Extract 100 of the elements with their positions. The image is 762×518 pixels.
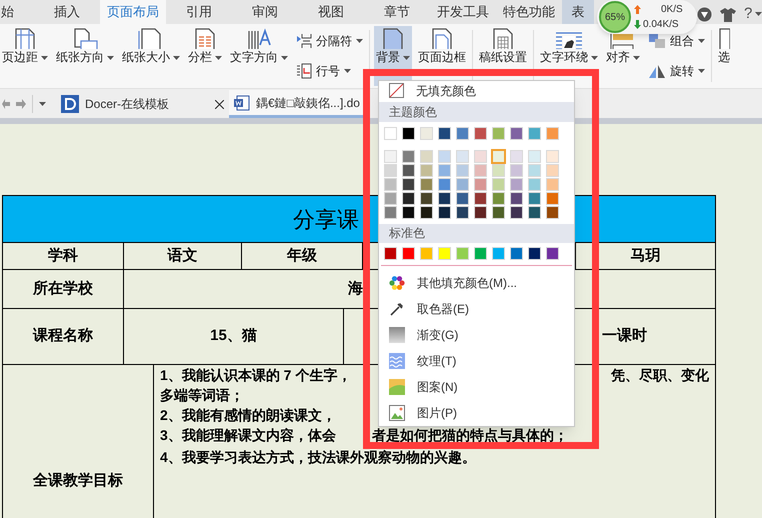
shirt-icon[interactable] xyxy=(720,6,736,22)
menu-tab[interactable]: 页面布局 xyxy=(100,0,166,24)
color-swatch[interactable] xyxy=(384,246,397,260)
redo-arrow-icon[interactable] xyxy=(16,99,26,109)
color-swatch[interactable] xyxy=(528,206,541,219)
color-swatch[interactable] xyxy=(510,178,523,191)
menu-tab[interactable]: 特色功能 xyxy=(496,0,562,24)
color-swatch[interactable] xyxy=(420,206,433,219)
color-swatch[interactable] xyxy=(420,126,433,140)
color-swatch[interactable] xyxy=(510,164,523,177)
color-swatch[interactable] xyxy=(438,126,451,140)
color-swatch[interactable] xyxy=(510,150,523,163)
ribbon-button[interactable]: 纸张方向 xyxy=(54,26,116,86)
color-swatch[interactable] xyxy=(510,192,523,205)
color-swatch[interactable] xyxy=(438,246,451,260)
color-swatch[interactable] xyxy=(510,126,523,140)
color-swatch[interactable] xyxy=(474,178,487,191)
color-swatch[interactable] xyxy=(420,164,433,177)
color-swatch[interactable] xyxy=(492,206,505,219)
color-swatch[interactable] xyxy=(474,192,487,205)
menu-item[interactable]: 渐变(G) xyxy=(379,322,574,348)
menu-item[interactable]: 其他填充颜色(M)... xyxy=(379,270,574,296)
color-swatch[interactable] xyxy=(546,150,559,163)
color-swatch[interactable] xyxy=(438,192,451,205)
color-swatch[interactable] xyxy=(546,164,559,177)
document-tab[interactable]: Docer-在线模板 xyxy=(56,90,230,118)
color-swatch[interactable] xyxy=(438,164,451,177)
menu-tab[interactable]: 始 xyxy=(0,0,34,24)
menu-item[interactable]: 图案(N) xyxy=(379,374,574,400)
color-swatch[interactable] xyxy=(438,150,451,163)
ribbon-button[interactable]: 旋转 xyxy=(646,62,707,80)
color-swatch[interactable] xyxy=(438,178,451,191)
color-swatch[interactable] xyxy=(474,206,487,219)
color-swatch[interactable] xyxy=(510,246,523,260)
color-swatch[interactable] xyxy=(384,178,397,191)
color-swatch[interactable] xyxy=(456,206,469,219)
color-swatch[interactable] xyxy=(384,192,397,205)
menu-tab[interactable]: 章节 xyxy=(364,0,430,24)
color-swatch[interactable] xyxy=(528,150,541,163)
color-swatch[interactable] xyxy=(528,126,541,140)
ribbon-button[interactable]: 行号 xyxy=(294,62,365,80)
menu-tab[interactable]: 视图 xyxy=(298,0,364,24)
color-swatch[interactable] xyxy=(492,246,505,260)
color-swatch[interactable] xyxy=(528,178,541,191)
ribbon-button[interactable]: 选 xyxy=(716,26,732,86)
color-swatch[interactable] xyxy=(546,246,559,260)
color-swatch[interactable] xyxy=(474,164,487,177)
color-swatch[interactable] xyxy=(546,192,559,205)
color-swatch[interactable] xyxy=(420,192,433,205)
color-swatch[interactable] xyxy=(456,178,469,191)
ribbon-button[interactable]: 分栏 xyxy=(186,26,224,86)
color-swatch[interactable] xyxy=(384,126,397,140)
ribbon-button[interactable]: 分隔符 xyxy=(294,32,365,50)
menu-tab[interactable]: 插入 xyxy=(34,0,100,24)
color-swatch[interactable] xyxy=(456,150,469,163)
color-swatch[interactable] xyxy=(402,150,415,163)
color-swatch[interactable] xyxy=(456,246,469,260)
color-swatch[interactable] xyxy=(402,206,415,219)
color-swatch[interactable] xyxy=(402,126,415,140)
color-swatch[interactable] xyxy=(546,206,559,219)
color-swatch[interactable] xyxy=(456,192,469,205)
ribbon-button[interactable]: 组合 xyxy=(646,32,707,50)
color-swatch[interactable] xyxy=(474,126,487,140)
color-swatch[interactable] xyxy=(384,150,397,163)
color-swatch[interactable] xyxy=(546,178,559,191)
color-swatch[interactable] xyxy=(438,206,451,219)
color-swatch[interactable] xyxy=(492,178,505,191)
ribbon-button[interactable]: 纸张大小 xyxy=(120,26,182,86)
ribbon-button[interactable]: 页边距 xyxy=(0,26,50,86)
menu-tab[interactable]: 开发工具 xyxy=(430,0,496,24)
menu-tab[interactable]: 表 xyxy=(562,0,594,24)
menu-tab[interactable]: 引用 xyxy=(166,0,232,24)
ribbon-button[interactable]: 文字方向 xyxy=(228,26,290,86)
menu-item[interactable]: 图片(P) xyxy=(379,400,574,426)
color-swatch[interactable] xyxy=(402,192,415,205)
color-swatch[interactable] xyxy=(492,150,505,163)
color-swatch[interactable] xyxy=(420,246,433,260)
color-swatch[interactable] xyxy=(420,178,433,191)
color-swatch[interactable] xyxy=(474,150,487,163)
color-swatch[interactable] xyxy=(402,178,415,191)
color-swatch[interactable] xyxy=(474,246,487,260)
color-swatch[interactable] xyxy=(402,246,415,260)
color-swatch[interactable] xyxy=(546,126,559,140)
color-swatch[interactable] xyxy=(510,206,523,219)
color-swatch[interactable] xyxy=(528,164,541,177)
color-swatch[interactable] xyxy=(492,192,505,205)
color-swatch[interactable] xyxy=(528,246,541,260)
menu-tab[interactable]: 审阅 xyxy=(232,0,298,24)
color-swatch[interactable] xyxy=(384,206,397,219)
color-swatch[interactable] xyxy=(492,164,505,177)
help-button[interactable]: ? xyxy=(744,3,762,26)
color-swatch[interactable] xyxy=(420,150,433,163)
color-swatch[interactable] xyxy=(402,164,415,177)
color-swatch[interactable] xyxy=(456,126,469,140)
undo-arrow-icon[interactable] xyxy=(2,99,10,109)
color-swatch[interactable] xyxy=(384,164,397,177)
color-swatch[interactable] xyxy=(528,192,541,205)
color-swatch[interactable] xyxy=(456,164,469,177)
color-swatch[interactable] xyxy=(492,126,505,140)
close-icon[interactable] xyxy=(215,100,224,108)
